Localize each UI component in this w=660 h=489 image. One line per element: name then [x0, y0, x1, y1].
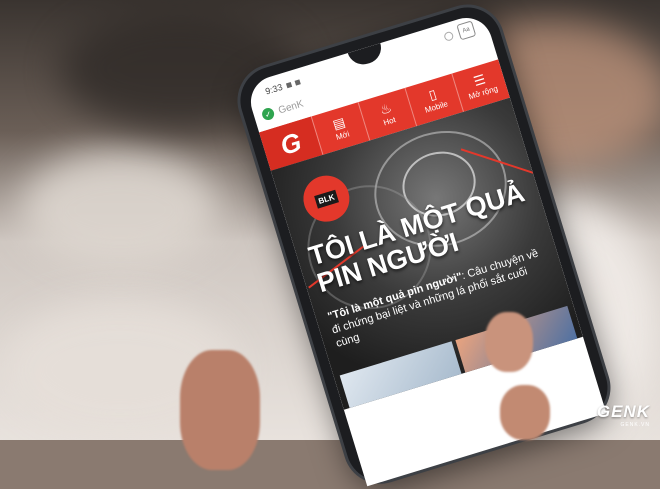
document-icon: ▤ [330, 114, 347, 133]
watermark-url: GENK.VN [620, 422, 650, 428]
refresh-icon[interactable] [443, 30, 455, 42]
card-tag: Steve Jobs [361, 400, 409, 410]
finger [485, 312, 533, 372]
notification-icon [293, 79, 301, 86]
finger [500, 385, 550, 440]
menu-icon: ☰ [471, 71, 488, 90]
camera-notch [347, 43, 385, 69]
thumb [180, 350, 260, 470]
article-card[interactable]: Steve Jobs [339, 341, 470, 410]
browser-controls: Aa [442, 20, 477, 44]
watermark-brand: GENK [596, 402, 650, 421]
badge-label: BLK [313, 189, 340, 209]
reader-mode-button[interactable]: Aa [456, 20, 477, 41]
nav-item-label: Mobile [423, 99, 449, 115]
logo-letter: G [276, 125, 305, 161]
nav-item-label: Hot [382, 115, 397, 128]
phone-icon: ▯ [426, 86, 439, 103]
background-blur-light [20, 150, 220, 270]
status-time: 9:33 [264, 81, 284, 97]
site-name: GenK [277, 98, 305, 117]
genk-watermark: GENK GENK.VN [597, 402, 650, 428]
secure-check-icon: ✓ [260, 106, 276, 122]
notification-icon [285, 81, 292, 88]
flame-icon: ♨ [377, 100, 394, 118]
